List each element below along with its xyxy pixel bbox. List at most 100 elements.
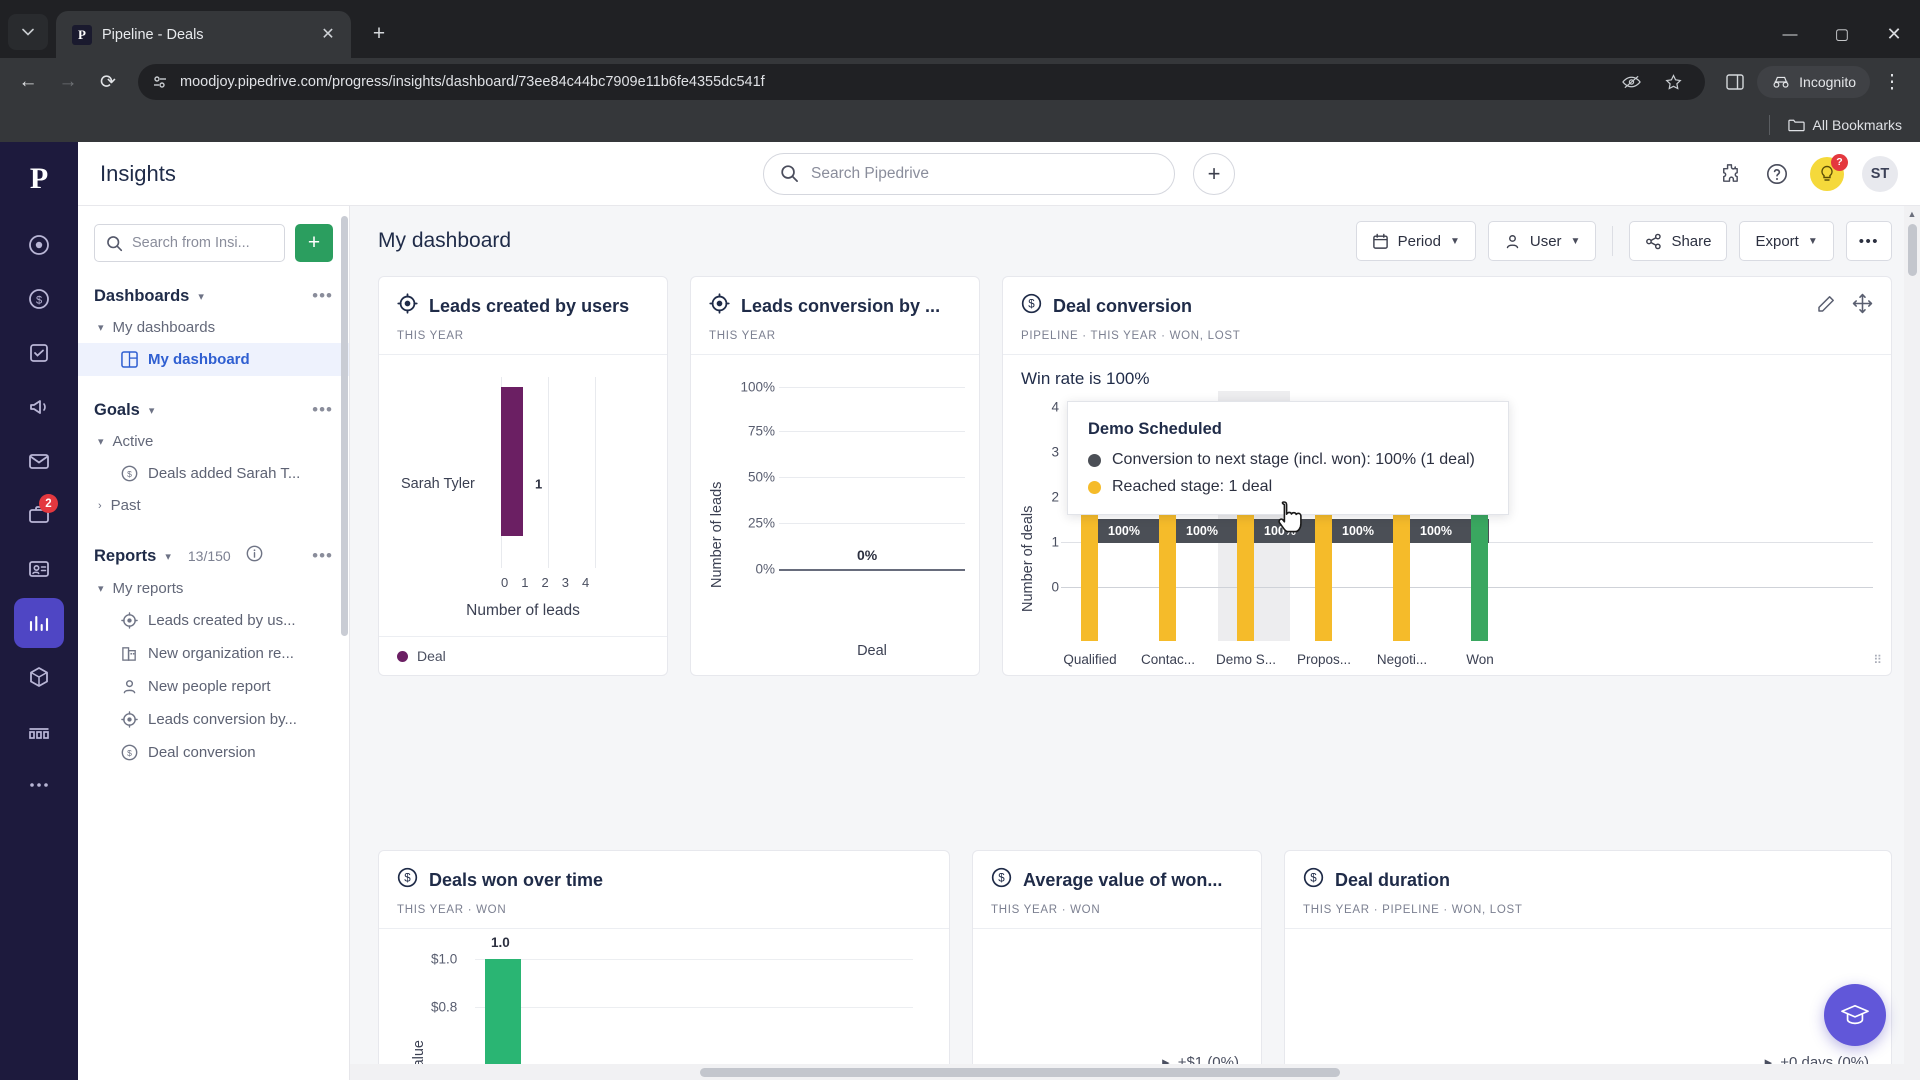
global-search-input[interactable]: Search Pipedrive <box>763 152 1175 195</box>
item-label: Deals added Sarah T... <box>148 465 301 482</box>
bar-column[interactable] <box>1315 498 1332 641</box>
rail-item-activities[interactable] <box>14 328 64 378</box>
bar-column[interactable] <box>1237 498 1254 641</box>
rail-item-leads[interactable] <box>14 220 64 270</box>
dashboard-more-button[interactable]: ••• <box>1845 221 1892 261</box>
rail-item-contacts[interactable] <box>14 544 64 594</box>
sidebar-item-new-organization-report[interactable]: New organization re... <box>78 637 349 670</box>
bar-column[interactable] <box>1159 498 1176 641</box>
rail-item-deals[interactable]: $ <box>14 274 64 324</box>
dollar-circle-icon: $ <box>991 867 1012 893</box>
sidebar-item-deal-conversion[interactable]: $ Deal conversion <box>78 736 349 769</box>
tips-bulb-button[interactable]: ? <box>1810 153 1848 191</box>
sidebar-subgroup-past[interactable]: › Past <box>78 490 349 521</box>
tab-search-button[interactable] <box>8 14 48 50</box>
sidebar-subgroup-my-reports[interactable]: ▾ My reports <box>78 573 349 604</box>
calendar-icon <box>1372 233 1388 249</box>
rail-item-projects[interactable]: 2 <box>14 490 64 540</box>
chevron-down-icon[interactable]: ▾ <box>98 321 104 334</box>
info-circle-icon[interactable] <box>246 545 263 567</box>
rail-item-mail[interactable] <box>14 436 64 486</box>
sidebar-item-new-people-report[interactable]: New people report <box>78 670 349 703</box>
rail-item-products[interactable] <box>14 652 64 702</box>
minimize-button[interactable]: — <box>1764 10 1816 58</box>
window-close-button[interactable]: ✕ <box>1868 10 1920 58</box>
rail-item-campaigns[interactable] <box>14 382 64 432</box>
chevron-down-icon[interactable]: ▾ <box>98 435 104 448</box>
maximize-button[interactable]: ▢ <box>1816 10 1868 58</box>
subgroup-label: Past <box>110 497 141 514</box>
tab-close-icon[interactable]: ✕ <box>317 26 339 43</box>
new-tab-button[interactable]: + <box>359 14 399 54</box>
sidebar-subgroup-my-dashboards[interactable]: ▾ My dashboards <box>78 312 349 343</box>
chevron-down-icon[interactable]: ▾ <box>198 290 204 303</box>
rail-item-insights[interactable] <box>14 598 64 648</box>
scroll-thumb[interactable] <box>700 1068 1340 1077</box>
browser-tab[interactable]: P Pipeline - Deals ✕ <box>56 11 351 58</box>
card-header: $ Deals won over time THIS YEAR · WON <box>379 851 949 929</box>
sidebar-search-input[interactable]: Search from Insi... <box>94 224 285 262</box>
star-icon[interactable] <box>1655 64 1691 100</box>
incognito-indicator[interactable]: Incognito <box>1757 66 1870 98</box>
sidebar-scrollbar[interactable] <box>341 216 348 636</box>
avatar[interactable]: ST <box>1862 155 1898 192</box>
scroll-up-arrow[interactable]: ▲ <box>1908 206 1917 222</box>
learn-help-button[interactable] <box>1824 984 1886 1046</box>
puzzle-icon[interactable] <box>1714 159 1744 189</box>
page-settings-icon[interactable] <box>152 74 168 90</box>
sidebar-subgroup-active[interactable]: ▾ Active <box>78 426 349 457</box>
chevron-down-icon[interactable]: ▾ <box>149 404 155 417</box>
export-button[interactable]: Export ▼ <box>1739 221 1834 261</box>
address-bar[interactable]: moodjoy.pipedrive.com/progress/insights/… <box>138 64 1706 100</box>
bar-column[interactable] <box>1393 498 1410 641</box>
sidebar-section-reports[interactable]: Reports ▾ 13/150 ••• <box>78 521 349 573</box>
side-panel-icon[interactable] <box>1717 64 1753 100</box>
sidebar-item-leads-created-by-users[interactable]: Leads created by us... <box>78 604 349 637</box>
x-tick: 4 <box>581 575 590 590</box>
forward-arrow-icon[interactable]: → <box>50 64 86 100</box>
dashboard-actions: Period ▼ User ▼ Share Export ▼ ••• <box>1355 221 1892 261</box>
period-filter-button[interactable]: Period ▼ <box>1355 221 1476 261</box>
section-more-icon[interactable]: ••• <box>312 546 333 566</box>
all-bookmarks-button[interactable]: All Bookmarks <box>1787 117 1902 133</box>
y-tick: 0 <box>1051 579 1059 595</box>
pipedrive-logo[interactable]: P <box>16 156 62 202</box>
dashboard-vertical-scrollbar[interactable]: ▲ <box>1904 206 1920 1080</box>
sidebar-item-leads-conversion-by[interactable]: Leads conversion by... <box>78 703 349 736</box>
pencil-icon[interactable] <box>1816 294 1836 319</box>
dashboard-horizontal-scrollbar[interactable] <box>350 1064 1904 1080</box>
section-title: Goals <box>94 400 140 419</box>
back-arrow-icon[interactable]: ← <box>10 64 46 100</box>
share-button[interactable]: Share <box>1629 221 1728 261</box>
quick-add-button[interactable]: + <box>1193 152 1235 195</box>
card-title: Leads conversion by ... <box>741 295 941 316</box>
question-circle-icon[interactable] <box>1762 159 1792 189</box>
chevron-right-icon[interactable]: › <box>98 500 102 512</box>
browser-menu-icon[interactable]: ⋮ <box>1874 64 1910 100</box>
bar-column[interactable] <box>1081 498 1098 641</box>
sidebar-item-my-dashboard[interactable]: My dashboard <box>78 343 349 376</box>
section-more-icon[interactable]: ••• <box>312 286 333 306</box>
rail-item-marketplace[interactable] <box>14 706 64 756</box>
chevron-down-icon[interactable]: ▾ <box>98 582 104 595</box>
y-tick: 4 <box>1051 399 1059 415</box>
chevron-down-icon[interactable]: ▾ <box>165 550 171 563</box>
reload-icon[interactable]: ⟳ <box>90 64 126 100</box>
user-filter-button[interactable]: User ▼ <box>1487 221 1597 261</box>
bar-column[interactable] <box>1471 498 1488 641</box>
rail-item-more[interactable] <box>14 760 64 810</box>
app-nav-rail: P $ 2 <box>0 142 78 1080</box>
sidebar-section-goals[interactable]: Goals ▾ ••• <box>78 376 349 426</box>
y-tick: 3 <box>1051 444 1059 460</box>
card-meta: THIS YEAR <box>397 330 464 342</box>
subgroup-label: Active <box>112 433 154 450</box>
sidebar-add-button[interactable]: + <box>295 224 333 262</box>
move-icon[interactable] <box>1852 293 1873 319</box>
scroll-thumb[interactable] <box>1907 224 1917 276</box>
section-more-icon[interactable]: ••• <box>312 400 333 420</box>
sidebar-item-goal-deals-added[interactable]: $ Deals added Sarah T... <box>78 457 349 490</box>
tab-favicon: P <box>72 24 92 45</box>
hide-password-icon[interactable] <box>1613 64 1649 100</box>
sidebar-section-dashboards[interactable]: Dashboards ▾ ••• <box>78 272 349 312</box>
card-resize-handle[interactable]: ⠿ <box>1873 653 1883 667</box>
